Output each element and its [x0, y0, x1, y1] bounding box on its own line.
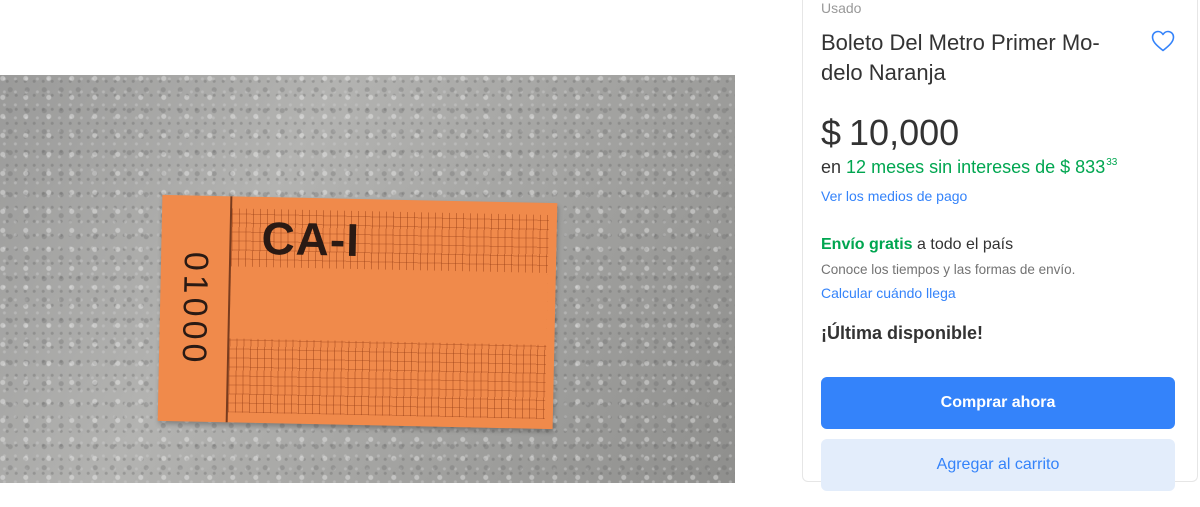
- product-title: Boleto Del Metro Primer Mo-delo Naranja: [821, 30, 1100, 85]
- shipping-scope: a todo el país: [917, 236, 1014, 253]
- metro-ticket: CA-I 01000: [157, 194, 558, 430]
- add-to-cart-button[interactable]: Agregar al carrito: [821, 439, 1175, 491]
- payment-methods-link[interactable]: Ver los medios de pago: [821, 188, 967, 204]
- ticket-plain-band: [229, 266, 548, 345]
- price-currency: $: [821, 112, 842, 153]
- ticket-code: CA-I: [260, 211, 361, 267]
- calculate-delivery-link[interactable]: Calcular cuándo llega: [821, 285, 956, 301]
- shipping-note: Conoce los tiempos y las formas de envío…: [821, 262, 1076, 277]
- installments-info: en 12 meses sin intereses de $ 83333: [821, 157, 1117, 178]
- stock-status: ¡Última disponible!: [821, 323, 983, 343]
- product-image[interactable]: CA-I 01000: [0, 75, 735, 483]
- price: $ 10,000: [821, 112, 959, 154]
- ticket-serial-text: 01000: [174, 250, 215, 367]
- item-condition: Usado: [821, 0, 862, 16]
- price-amount: 10,000: [849, 112, 960, 153]
- free-shipping-label: Envío gratis: [821, 236, 913, 253]
- shipping-info: Envío gratis a todo el país: [821, 236, 1013, 254]
- buy-now-button[interactable]: Comprar ahora: [821, 377, 1175, 429]
- installments-prefix: en: [821, 157, 842, 177]
- favorite-button[interactable]: [1150, 28, 1176, 54]
- ticket-serial: 01000: [158, 195, 231, 422]
- installments-text: 12 meses sin intereses de $ 833: [846, 157, 1106, 177]
- installments-cents: 33: [1106, 157, 1118, 168]
- heart-icon: [1151, 30, 1175, 52]
